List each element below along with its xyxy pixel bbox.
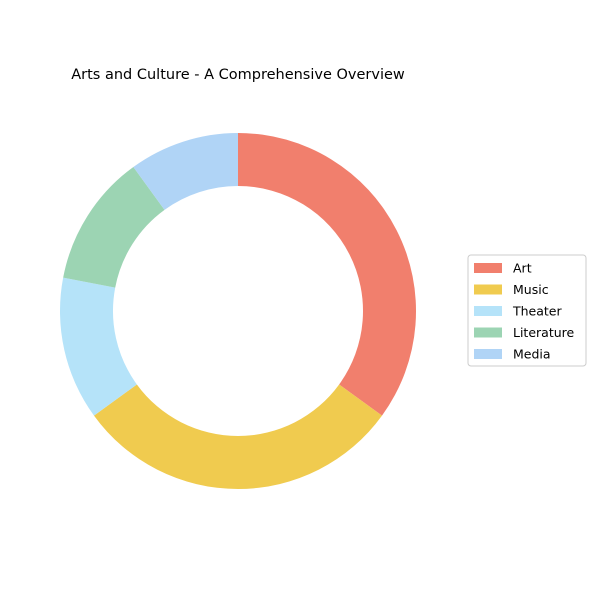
slice-music (93, 384, 383, 490)
legend-label-media: Media (513, 347, 551, 362)
chart-title: Arts and Culture - A Comprehensive Overv… (71, 67, 405, 83)
legend-label-art: Art (513, 261, 532, 276)
legend-swatch-art (474, 263, 502, 273)
legend-swatch-literature (474, 327, 502, 338)
legend: Art Music Theater Literature Media (467, 254, 587, 367)
legend-label-theater: Theater (512, 304, 562, 319)
slice-art (238, 133, 417, 416)
donut-chart: Arts and Culture - A Comprehensive Overv… (59, 67, 587, 490)
legend-label-music: Music (513, 282, 549, 297)
legend-swatch-theater (474, 306, 502, 316)
legend-label-literature: Literature (513, 325, 575, 340)
legend-swatch-media (474, 349, 502, 359)
donut-slices (59, 133, 417, 490)
legend-swatch-music (474, 284, 502, 295)
